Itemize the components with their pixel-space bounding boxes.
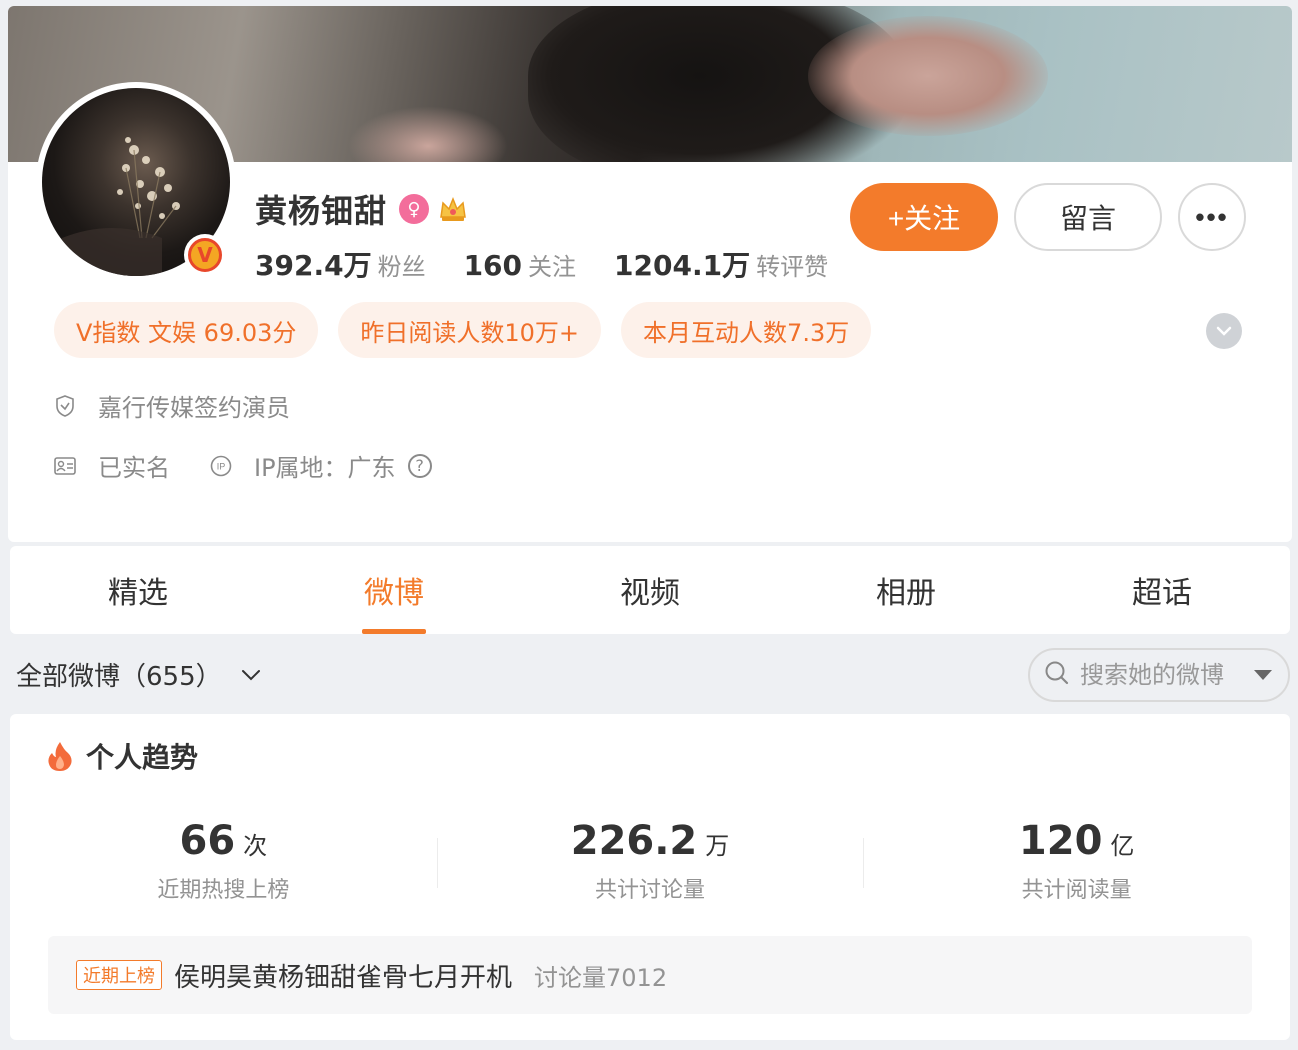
svg-text:IP: IP: [217, 461, 226, 471]
v-index-tag[interactable]: V指数 文娱 69.03分: [54, 302, 319, 358]
crown-icon[interactable]: [437, 194, 469, 224]
trend-title: 个人趋势: [46, 736, 198, 776]
profile-tabs: 精选 微博 视频 相册 超话: [10, 546, 1290, 634]
search-icon: [1044, 660, 1070, 690]
profile-name-row: 黄杨钿甜 ♀: [255, 186, 469, 232]
daily-readers-tag[interactable]: 昨日阅读人数10万+: [338, 302, 602, 358]
tab-album[interactable]: 相册: [778, 546, 1034, 634]
monthly-interaction-tag[interactable]: 本月互动人数7.3万: [621, 302, 872, 358]
interactions-stat: 1204.1万 转评赞: [614, 249, 829, 282]
realname-text: 已实名: [98, 454, 170, 482]
read-count-metric: 120 亿 共计阅读量: [863, 818, 1290, 904]
profile-name: 黄杨钿甜: [255, 192, 388, 230]
more-options-button[interactable]: •••: [1178, 183, 1246, 251]
followers-stat[interactable]: 392.4万 粉丝: [255, 244, 426, 284]
ip-location-text: IP属地：广东: [254, 454, 396, 482]
recent-hot-topic[interactable]: 近期上榜 侯明昊黄杨钿甜雀骨七月开机 讨论量7012: [48, 936, 1252, 1014]
ip-location-icon: IP: [210, 455, 232, 477]
expand-chevron-icon[interactable]: [1206, 313, 1242, 349]
filter-label: 全部微博（655）: [16, 662, 222, 692]
follow-button[interactable]: +关注: [850, 183, 998, 251]
search-dropdown-caret-icon[interactable]: [1254, 670, 1272, 680]
profile-tags: V指数 文娱 69.03分 昨日阅读人数10万+ 本月互动人数7.3万: [54, 302, 891, 358]
tab-video[interactable]: 视频: [522, 546, 778, 634]
hot-topic-text: 侯明昊黄杨钿甜雀骨七月开机: [174, 962, 513, 993]
tab-weibo[interactable]: 微博: [266, 546, 522, 634]
tab-featured[interactable]: 精选: [10, 546, 266, 634]
profile-stats: 392.4万 粉丝 160 关注 1204.1万 转评赞: [255, 244, 866, 284]
message-button[interactable]: 留言: [1014, 183, 1162, 251]
company-info: 嘉行传媒签约演员: [54, 388, 290, 423]
weibo-filter-dropdown[interactable]: 全部微博（655）: [16, 656, 262, 693]
trend-metrics: 66 次 近期热搜上榜 226.2 万 共计讨论量 120 亿 共计阅读量: [10, 818, 1290, 904]
personal-trend-card: 个人趋势 66 次 近期热搜上榜 226.2 万 共计讨论量 120 亿 共计阅读量 …: [10, 714, 1290, 1040]
identity-info: 已实名 IP IP属地：广东 ?: [54, 448, 432, 483]
hot-topic-count: 讨论量7012: [534, 963, 668, 992]
verified-badge-icon: V: [184, 234, 226, 276]
following-stat[interactable]: 160 关注: [464, 247, 576, 282]
help-icon[interactable]: ?: [407, 453, 432, 478]
company-text: 嘉行传媒签约演员: [98, 394, 290, 422]
shield-icon: [54, 394, 76, 417]
chevron-down-icon: [240, 664, 262, 686]
female-icon: ♀: [399, 194, 430, 224]
tab-super-topic[interactable]: 超话: [1034, 546, 1290, 634]
fire-icon: [46, 740, 76, 772]
discussion-metric: 226.2 万 共计讨论量: [436, 818, 864, 904]
recent-hot-badge: 近期上榜: [76, 960, 162, 990]
weibo-search-box[interactable]: [1028, 648, 1290, 702]
search-input[interactable]: [1080, 661, 1240, 689]
hot-search-metric: 66 次 近期热搜上榜: [157, 818, 290, 903]
id-card-icon: [54, 455, 76, 477]
